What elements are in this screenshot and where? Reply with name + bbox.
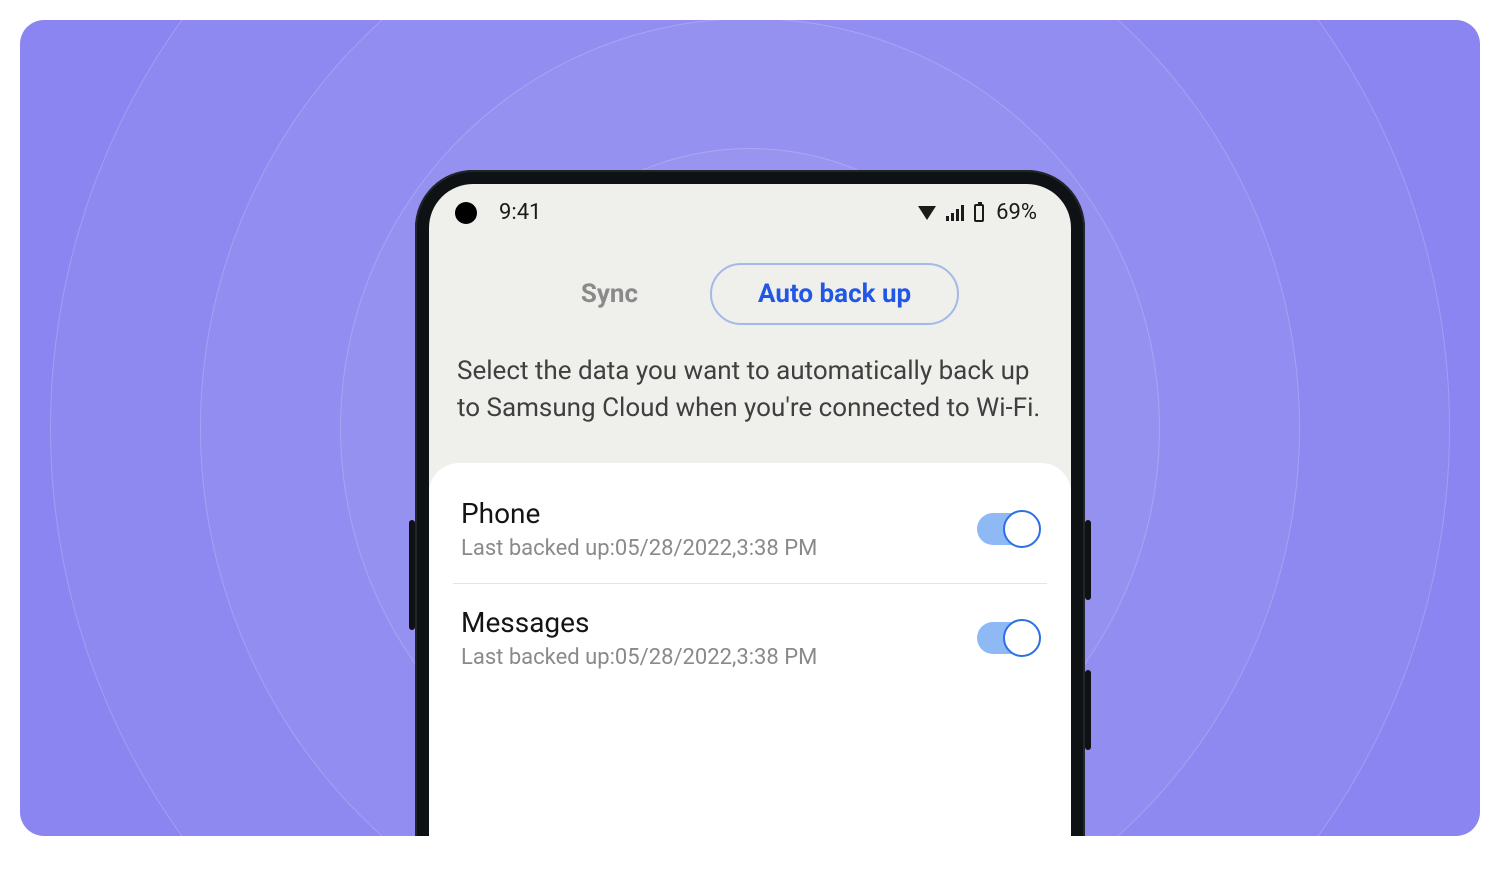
- status-bar: 9:41 69%: [429, 184, 1071, 235]
- phone-screen: 9:41 69% Sync Auto back up Select the da…: [429, 184, 1071, 836]
- battery-percent: 69%: [996, 200, 1037, 225]
- backup-description: Select the data you want to automaticall…: [429, 339, 1071, 463]
- backup-items-list: Phone Last backed up:05/28/2022,3:38 PM …: [429, 463, 1071, 836]
- phone-frame: 9:41 69% Sync Auto back up Select the da…: [415, 170, 1085, 836]
- backup-item-messages[interactable]: Messages Last backed up:05/28/2022,3:38 …: [453, 583, 1047, 692]
- phone-side-button: [1085, 520, 1091, 600]
- backup-item-phone[interactable]: Phone Last backed up:05/28/2022,3:38 PM: [453, 475, 1047, 583]
- toggle-phone[interactable]: [977, 513, 1039, 545]
- tab-sync[interactable]: Sync: [541, 265, 678, 323]
- phone-side-button: [409, 520, 415, 630]
- toggle-messages[interactable]: [977, 622, 1039, 654]
- wifi-icon: [918, 206, 936, 220]
- illustration-canvas: 9:41 69% Sync Auto back up Select the da…: [20, 20, 1480, 836]
- item-subtitle: Last backed up:05/28/2022,3:38 PM: [461, 645, 977, 670]
- item-title: Phone: [461, 497, 977, 530]
- battery-icon: [974, 204, 984, 222]
- status-time: 9:41: [499, 200, 541, 225]
- toggle-knob: [1003, 619, 1041, 657]
- tabs: Sync Auto back up: [429, 235, 1071, 339]
- tab-auto-backup[interactable]: Auto back up: [710, 263, 959, 325]
- toggle-knob: [1003, 510, 1041, 548]
- phone-side-button: [1085, 670, 1091, 750]
- signal-icon: [946, 205, 964, 221]
- item-subtitle: Last backed up:05/28/2022,3:38 PM: [461, 536, 977, 561]
- status-icons: 69%: [918, 200, 1037, 225]
- punch-hole-camera: [455, 202, 477, 224]
- item-title: Messages: [461, 606, 977, 639]
